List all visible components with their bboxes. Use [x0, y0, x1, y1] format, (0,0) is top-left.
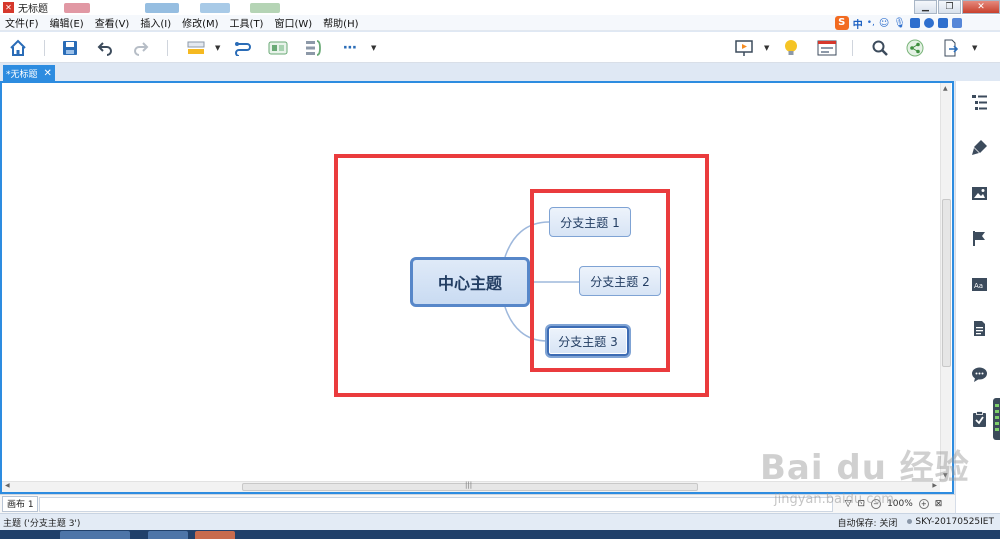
more-icon[interactable]: ⋯	[340, 38, 360, 58]
scroll-up-icon[interactable]: ▲	[943, 85, 948, 92]
horizontal-scroll-thumb[interactable]: |||	[242, 481, 698, 491]
tab-label: *无标题	[6, 69, 38, 80]
fit-page-icon[interactable]: ⊠	[935, 499, 943, 509]
undo-icon[interactable]	[95, 38, 115, 58]
taskbar-item[interactable]	[60, 531, 130, 539]
outline-view-icon[interactable]	[816, 38, 838, 58]
menu-window[interactable]: 窗口(W)	[269, 15, 318, 30]
menu-help[interactable]: 帮助(H)	[318, 15, 364, 30]
grid-icon[interactable]	[952, 18, 962, 28]
image-icon[interactable]	[970, 184, 988, 202]
topic-style-dropdown-icon[interactable]: ▼	[215, 44, 220, 52]
branch-topic-1[interactable]: 分支主题 1	[549, 207, 631, 237]
relationship-icon[interactable]	[233, 38, 253, 58]
zoom-out-icon[interactable]: −	[871, 499, 882, 509]
vertical-scrollbar[interactable]: ▲ ▼	[940, 83, 951, 481]
export-icon[interactable]	[940, 38, 960, 58]
sheet-bar: 画布 1 ▽ ⊡ − 100% + ⊠	[0, 494, 955, 513]
format-brush-icon[interactable]	[970, 138, 988, 156]
notes-icon[interactable]	[970, 319, 988, 337]
branch-topic-2[interactable]: 分支主题 2	[579, 266, 661, 296]
ime-toolbar: S 中 •, ☺ 🎙	[834, 15, 962, 31]
export-dropdown-icon[interactable]: ▼	[972, 44, 977, 52]
close-tab-icon[interactable]: ✕	[44, 68, 52, 79]
user-name: SKY-20170525IET	[915, 517, 994, 527]
status-dot-icon	[907, 519, 913, 524]
tab-untitled[interactable]: *无标题 ✕	[3, 65, 55, 81]
zoom-level: 100%	[887, 499, 913, 509]
svg-text:Aa: Aa	[974, 282, 983, 290]
menu-insert[interactable]: 插入(I)	[135, 15, 177, 30]
menu-bar: 文件(F) 编辑(E) 查看(V) 插入(I) 修改(M) 工具(T) 窗口(W…	[0, 15, 1000, 31]
topic-style-icon[interactable]	[186, 38, 206, 58]
task-icon[interactable]	[970, 410, 988, 428]
menu-tools[interactable]: 工具(T)	[225, 15, 270, 30]
comment-icon[interactable]	[970, 365, 988, 383]
summary-icon[interactable]	[303, 38, 323, 58]
scroll-left-icon[interactable]: ◀	[5, 482, 10, 489]
fit-icon[interactable]: ⊡	[858, 499, 866, 509]
scroll-grip-icon: |||	[465, 481, 473, 489]
shirt-icon[interactable]	[938, 18, 948, 28]
menu-view[interactable]: 查看(V)	[90, 15, 136, 30]
outline-icon[interactable]	[970, 93, 988, 111]
marker-flag-icon[interactable]	[970, 229, 988, 247]
sheet-strip	[38, 496, 833, 512]
xmind-logo-icon: ✕	[3, 2, 14, 13]
menu-file[interactable]: 文件(F)	[0, 15, 45, 30]
menu-modify[interactable]: 修改(M)	[177, 15, 224, 30]
save-icon[interactable]	[60, 38, 80, 58]
taskbar-item[interactable]	[195, 531, 235, 539]
sogou-logo-icon[interactable]: S	[834, 16, 849, 30]
zoom-in-icon[interactable]: +	[918, 499, 929, 509]
right-panel: Aa	[955, 81, 1000, 513]
minimize-button[interactable]: ▁	[914, 0, 937, 14]
os-taskbar	[0, 530, 1000, 539]
maximize-button[interactable]: ❐	[938, 0, 961, 14]
punctuation-icon[interactable]: •,	[867, 18, 875, 28]
taskbar-item[interactable]	[148, 531, 188, 539]
title-bar: ✕ 无标题 ▁ ❐ ✕	[0, 0, 1000, 15]
horizontal-scrollbar[interactable]: ◀ ||| ▶	[2, 481, 940, 492]
branch-topic-3-selected[interactable]: 分支主题 3	[547, 326, 629, 356]
status-bar: 主题 ('分支主题 3') 自动保存: 关闭 SKY-20170525IET	[0, 513, 1000, 530]
selection-status: 主题 ('分支主题 3')	[3, 518, 81, 529]
redo-icon[interactable]	[131, 38, 151, 58]
editor-tab-row: *无标题 ✕	[0, 64, 1000, 81]
filter-icon[interactable]: ▽	[845, 499, 852, 509]
emoji-icon[interactable]: ☺	[879, 18, 889, 29]
background-blur-strip	[50, 0, 310, 15]
user-icon[interactable]	[924, 18, 934, 28]
toolbar: ▼ ⋯ ▼ ▼ ▼	[0, 32, 1000, 63]
keyboard-icon[interactable]	[910, 18, 920, 28]
menu-edit[interactable]: 编辑(E)	[45, 15, 90, 30]
presentation-dropdown-icon[interactable]: ▼	[764, 44, 769, 52]
font-icon[interactable]: Aa	[970, 275, 988, 293]
search-icon[interactable]	[870, 38, 890, 58]
zoom-controls: ▽ ⊡ − 100% + ⊠	[845, 499, 943, 509]
window-title: 无标题	[18, 4, 48, 15]
more-dropdown-icon[interactable]: ▼	[371, 44, 376, 52]
central-topic[interactable]: 中心主题	[410, 257, 530, 307]
idea-icon[interactable]	[781, 38, 801, 58]
boundary-icon[interactable]	[268, 38, 288, 58]
scroll-down-icon[interactable]: ▼	[943, 472, 948, 479]
close-button[interactable]: ✕	[962, 0, 1000, 14]
scroll-right-icon[interactable]: ▶	[932, 482, 937, 489]
mic-icon[interactable]: 🎙	[893, 18, 906, 29]
home-icon[interactable]	[8, 38, 28, 58]
share-icon[interactable]	[905, 38, 925, 58]
ime-mode-toggle[interactable]: 中	[853, 16, 863, 31]
user-status: SKY-20170525IET	[907, 517, 994, 527]
sheet-tab-1[interactable]: 画布 1	[2, 496, 38, 512]
panel-resize-handle[interactable]	[993, 398, 1000, 440]
autosave-status[interactable]: 自动保存: 关闭	[837, 516, 897, 529]
vertical-scroll-thumb[interactable]	[942, 199, 951, 367]
presentation-icon[interactable]	[734, 38, 754, 58]
